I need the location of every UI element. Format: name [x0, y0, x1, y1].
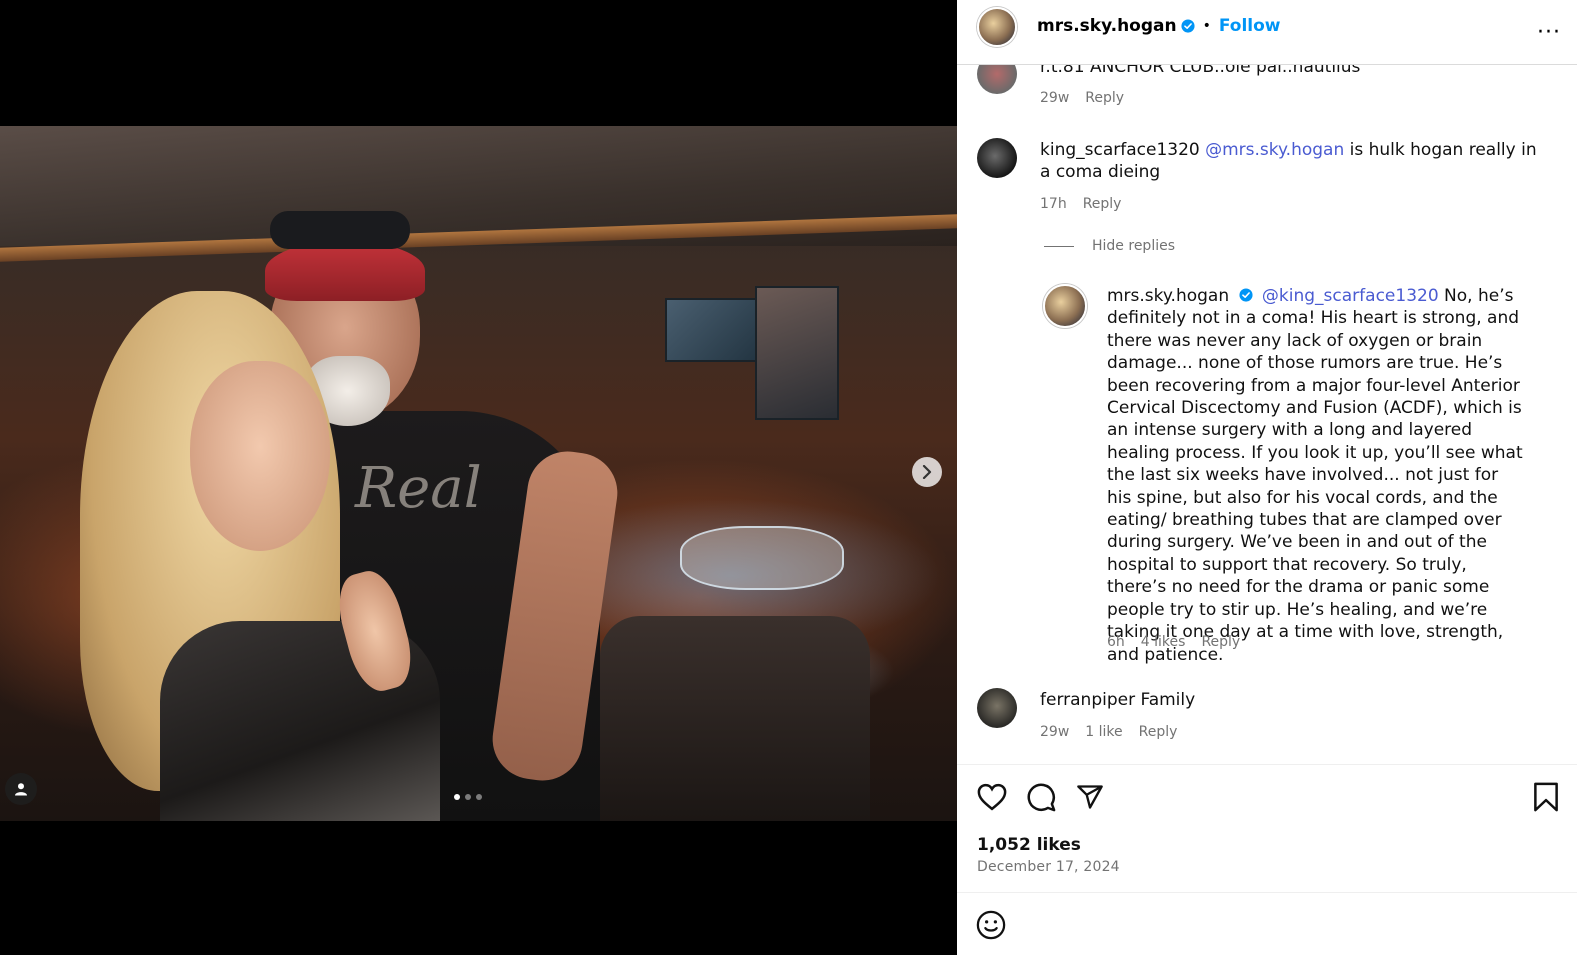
comments-list: r.t.81 ANCHOR CLUB..ole pal..nautilus 29… [957, 64, 1577, 764]
header-separator: • [1202, 18, 1211, 34]
photo-arena-screen-2 [755, 286, 839, 420]
post-media: Real [0, 0, 957, 955]
comment-time[interactable]: 29w [1040, 724, 1069, 740]
comment-text: king_scarface1320 @mrs.sky.hogan is hulk… [1040, 139, 1540, 184]
add-comment-bar [957, 892, 1577, 955]
comment-username[interactable]: king_scarface1320 [1040, 140, 1200, 160]
header-username[interactable]: mrs.sky.hogan [1037, 16, 1177, 36]
avatar[interactable] [1043, 284, 1087, 328]
post-photo: Real [0, 126, 957, 821]
share-icon[interactable] [1075, 783, 1105, 811]
avatar[interactable] [977, 64, 1017, 94]
hide-replies-line [1044, 245, 1074, 247]
hide-replies-label: Hide replies [1092, 238, 1176, 254]
comment-meta: 29w 1 like Reply [1040, 724, 1177, 740]
comment-body: Family [1140, 690, 1196, 710]
avatar[interactable] [977, 7, 1017, 47]
comment: r.t.81 ANCHOR CLUB..ole pal..nautilus 29… [957, 64, 1577, 114]
carousel-dot [465, 794, 471, 800]
comment-body: No, he’s definitely not in a coma! His h… [1107, 286, 1523, 665]
comment-icon[interactable] [1026, 782, 1056, 812]
verified-badge-icon [1181, 19, 1195, 33]
bookmark-icon[interactable] [1533, 782, 1559, 812]
header-user-row: mrs.sky.hogan • Follow [1037, 16, 1281, 36]
user-icon [15, 783, 27, 796]
more-options-icon[interactable]: ··· [1537, 20, 1561, 45]
comment-mention[interactable]: @mrs.sky.hogan [1205, 140, 1344, 160]
photo-woman [80, 291, 440, 821]
comment-text: mrs.sky.hogan @king_scarface1320 No, he’… [1107, 285, 1527, 666]
hide-replies-button[interactable]: Hide replies [1044, 238, 1175, 254]
avatar[interactable] [977, 688, 1017, 728]
comment-username[interactable]: mrs.sky.hogan [1107, 286, 1229, 306]
comment-mention[interactable]: @king_scarface1320 [1262, 286, 1439, 306]
carousel-indicator [454, 794, 482, 800]
comment-meta: 17h Reply [1040, 196, 1121, 212]
comment-time[interactable]: 6h [1107, 634, 1125, 650]
reply-button[interactable]: Reply [1085, 90, 1124, 106]
post-header: mrs.sky.hogan • Follow ··· [957, 0, 1577, 65]
carousel-dot [454, 794, 460, 800]
carousel-dot [476, 794, 482, 800]
chevron-right-icon [922, 465, 932, 479]
comment-text: r.t.81 ANCHOR CLUB..ole pal..nautilus [1040, 64, 1360, 78]
reply-button[interactable]: Reply [1083, 196, 1122, 212]
likes-count[interactable]: 1,052 likes [977, 835, 1081, 855]
heart-icon[interactable] [977, 783, 1007, 811]
comment-meta: 6h 4 likes Reply [1107, 634, 1240, 650]
comment-likes[interactable]: 4 likes [1141, 634, 1186, 650]
comment-time[interactable]: 17h [1040, 196, 1067, 212]
comment-text: ferranpiper Family [1040, 689, 1195, 711]
avatar[interactable] [977, 138, 1017, 178]
verified-badge-icon [1238, 288, 1253, 302]
post-date[interactable]: December 17, 2024 [977, 859, 1120, 875]
comment-body: ANCHOR CLUB..ole pal..nautilus [1089, 64, 1361, 77]
tagged-users-button[interactable] [5, 773, 37, 805]
emoji-icon[interactable] [976, 910, 1006, 940]
comment-time[interactable]: 29w [1040, 90, 1069, 106]
reply-button[interactable]: Reply [1139, 724, 1178, 740]
post-side-panel: mrs.sky.hogan • Follow ··· r.t.81 ANCHOR… [957, 0, 1577, 955]
comment-meta: 29w Reply [1040, 90, 1124, 106]
post-actions: 1,052 likes December 17, 2024 [957, 764, 1577, 893]
photo-octagon [680, 526, 844, 590]
comment-username[interactable]: r.t.81 [1040, 64, 1085, 77]
carousel-next-button[interactable] [912, 457, 942, 487]
reply-button[interactable]: Reply [1201, 634, 1240, 650]
photo-seat [600, 616, 870, 821]
follow-button[interactable]: Follow [1219, 16, 1281, 36]
photo-arena-screen [665, 298, 759, 362]
comment-username[interactable]: ferranpiper [1040, 690, 1135, 710]
comment-likes[interactable]: 1 like [1085, 724, 1122, 740]
